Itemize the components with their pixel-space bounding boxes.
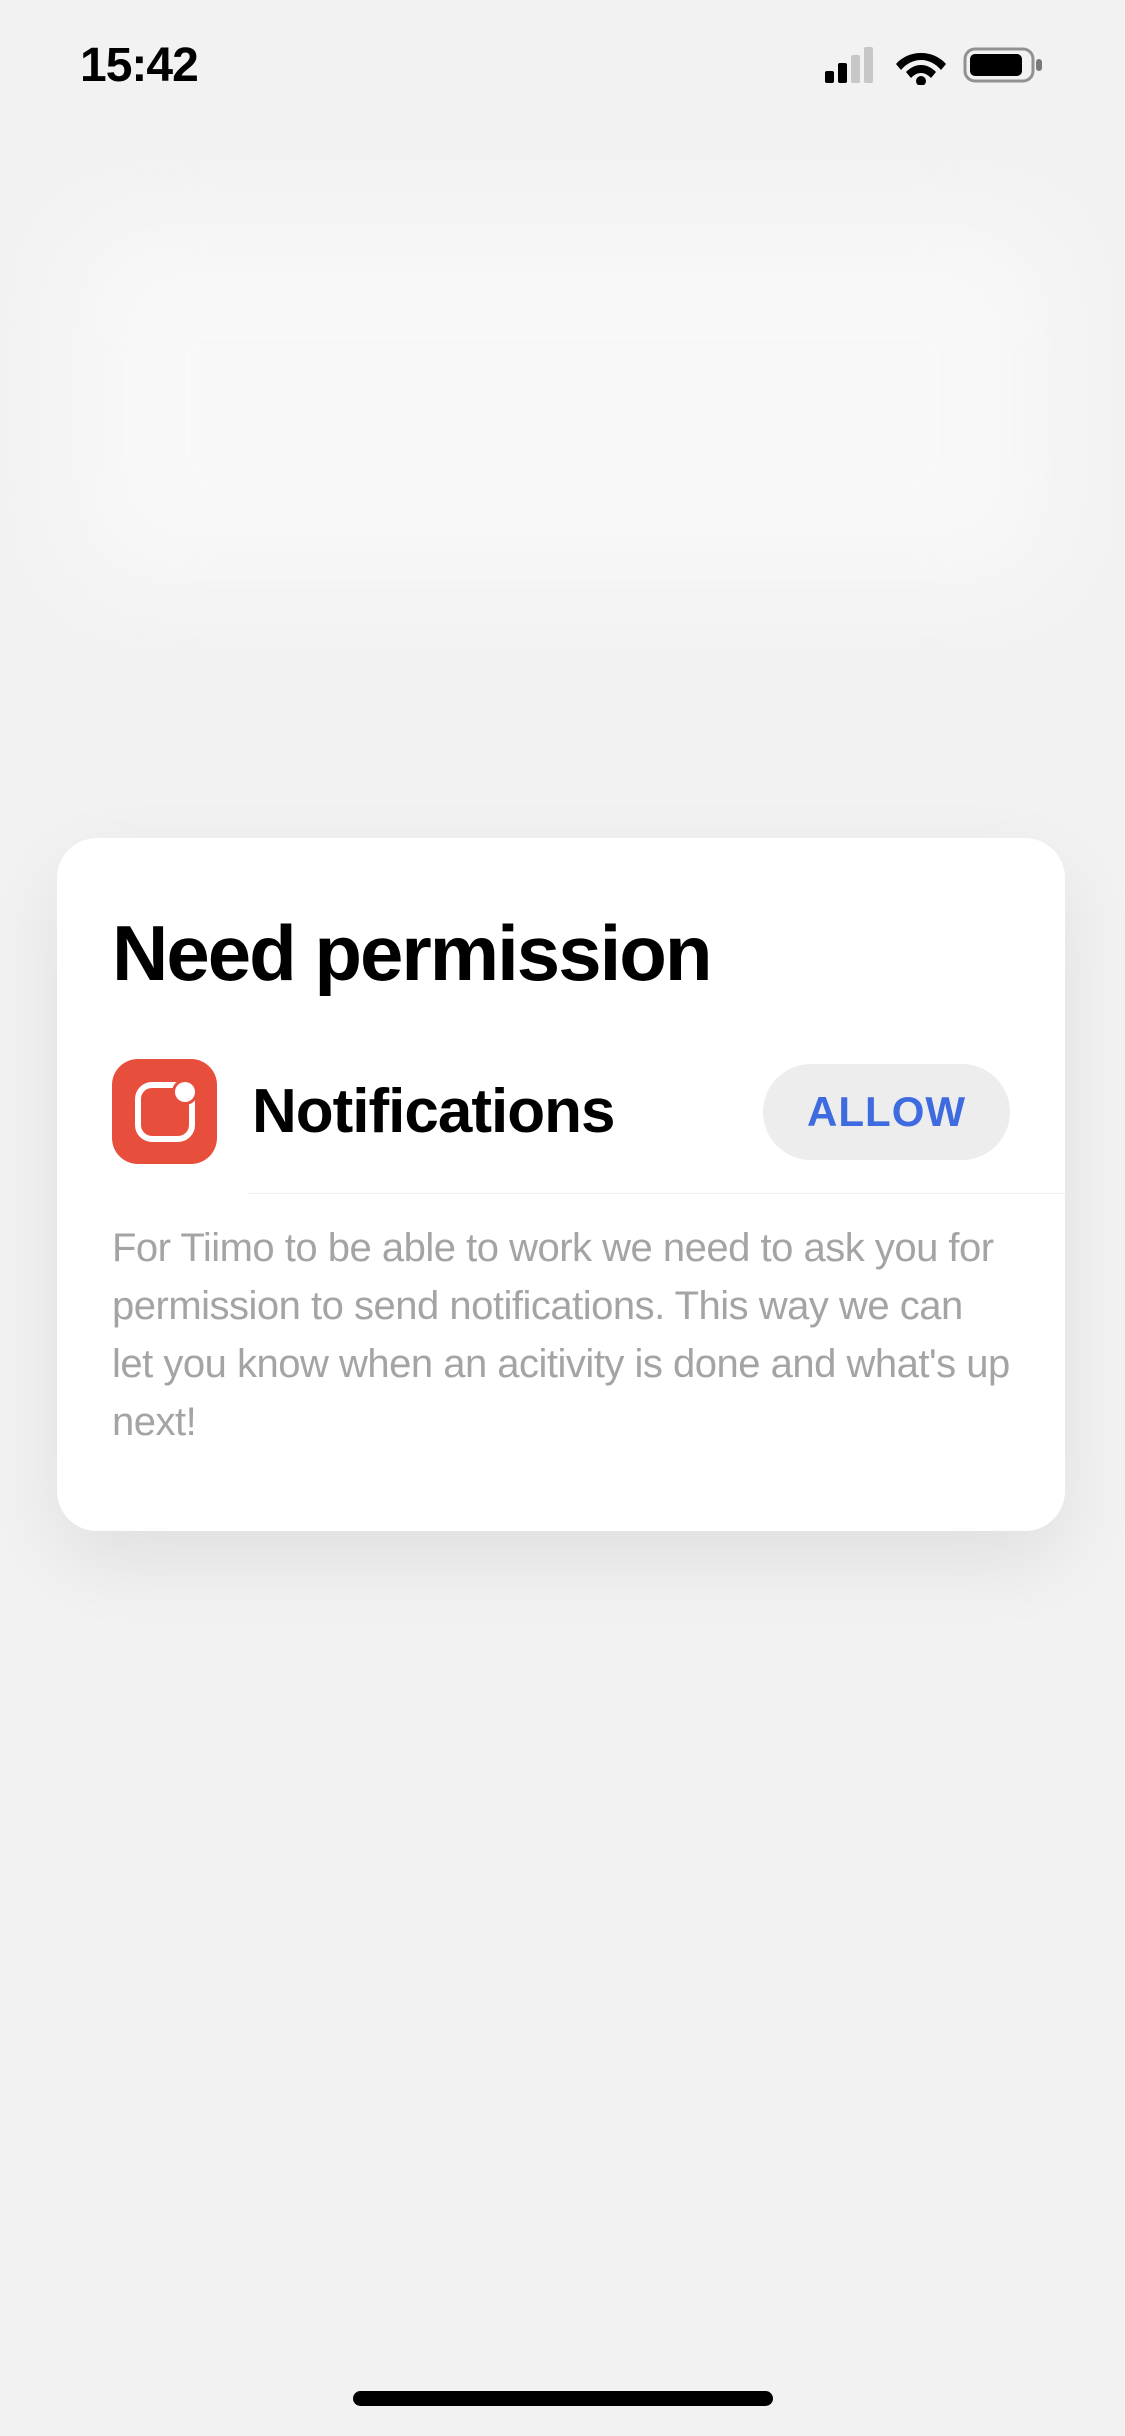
wifi-icon [895, 45, 947, 85]
status-bar: 15:42 [0, 0, 1125, 130]
notification-app-icon [112, 1059, 217, 1164]
status-time: 15:42 [80, 38, 198, 93]
allow-button[interactable]: ALLOW [763, 1064, 1010, 1160]
permission-row: Notifications ALLOW [57, 1059, 1065, 1164]
permission-card: Need permission Notifications ALLOW For … [57, 838, 1065, 1531]
card-description: For Tiimo to be able to work we need to … [57, 1219, 1065, 1451]
card-title: Need permission [57, 908, 1065, 999]
battery-icon [963, 45, 1045, 85]
cellular-signal-icon [825, 47, 879, 83]
status-icons [825, 45, 1045, 85]
permission-label: Notifications [252, 1076, 728, 1147]
home-indicator[interactable] [353, 2391, 773, 2406]
background-blur-card [80, 230, 1045, 580]
